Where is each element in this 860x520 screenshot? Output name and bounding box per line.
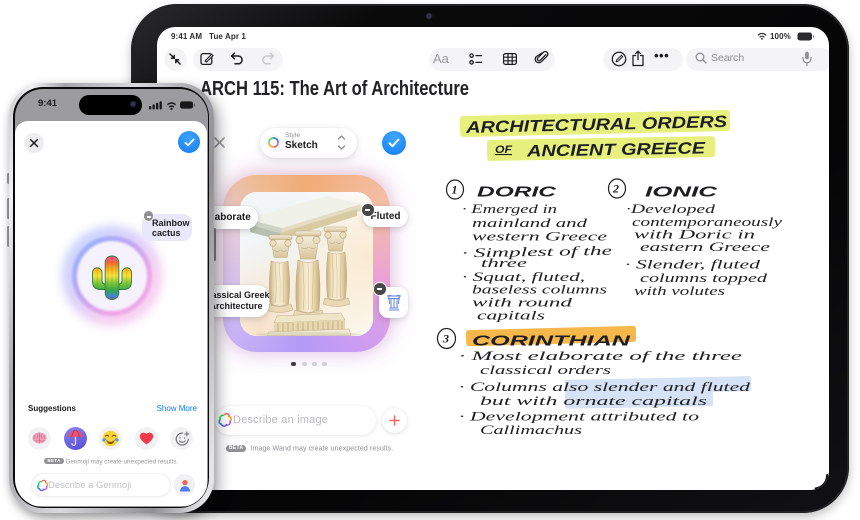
svg-text:DORIC: DORIC [477, 185, 557, 201]
svg-text:ANCIENT GREECE: ANCIENT GREECE [526, 139, 707, 160]
svg-text:capitals: capitals [477, 308, 545, 323]
svg-text:classical orders: classical orders [480, 362, 611, 377]
svg-text:· Columns also slender and flu: · Columns also slender and fluted [459, 379, 751, 394]
svg-text:western Greece: western Greece [472, 229, 607, 244]
svg-text:· Most elaborate of the three: · Most elaborate of the three [459, 348, 742, 363]
svg-text:3: 3 [442, 332, 449, 346]
svg-text:eastern Greece: eastern Greece [640, 239, 770, 254]
svg-text:OF: OF [495, 144, 512, 156]
svg-text:1: 1 [452, 183, 458, 197]
svg-text:Callimachus: Callimachus [480, 422, 582, 437]
svg-text:with volutes: with volutes [634, 283, 725, 298]
svg-text:IONIC: IONIC [645, 185, 718, 201]
svg-text:but with ornate capitals: but with ornate capitals [480, 393, 707, 408]
svg-text:three: three [481, 255, 527, 270]
svg-text:· Emerged in: · Emerged in [462, 201, 557, 216]
svg-text:2: 2 [612, 182, 619, 196]
